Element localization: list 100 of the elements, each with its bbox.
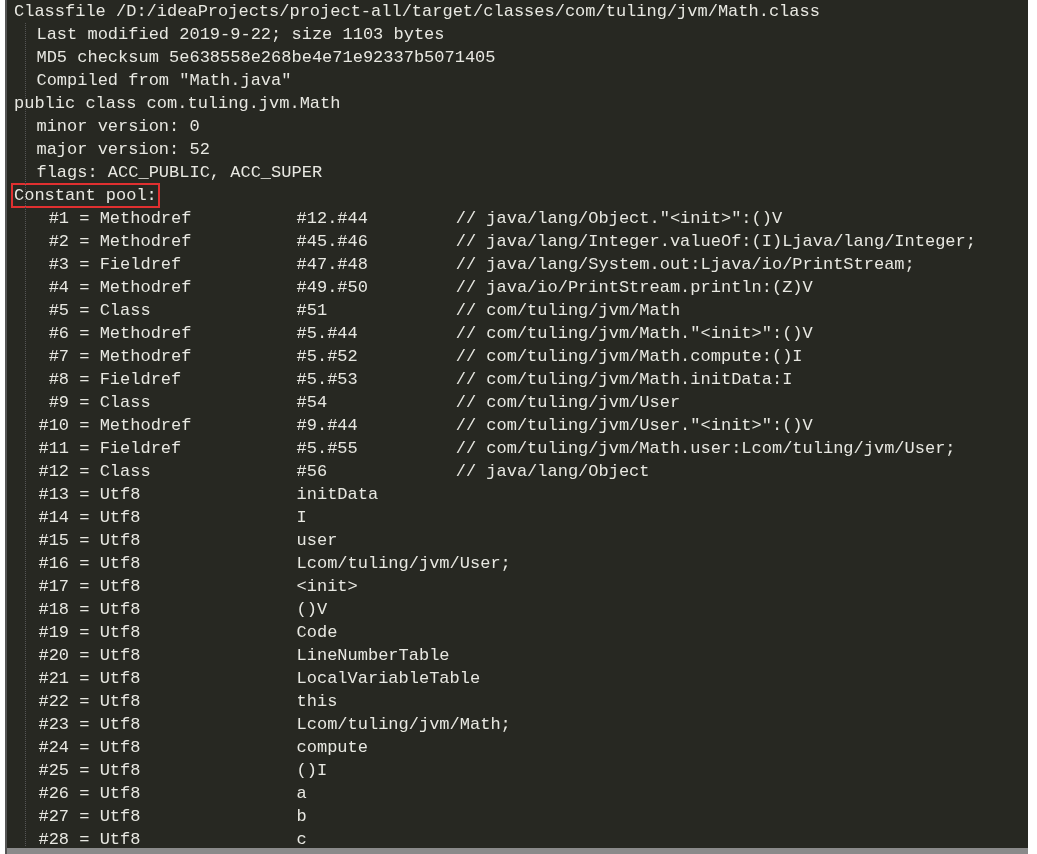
pool-index: #11 — [38, 439, 70, 458]
equals-sign: = — [79, 369, 90, 391]
equals-sign: = — [79, 507, 90, 529]
equals-sign: = — [79, 714, 90, 736]
pool-type: Utf8 — [99, 554, 141, 573]
pool-index: #5 — [48, 301, 70, 320]
pool-value: this — [296, 692, 338, 711]
pool-value: #51 — [296, 301, 328, 320]
pool-value: #5.#53 — [296, 370, 358, 389]
pool-index: #17 — [38, 577, 70, 596]
pool-type: Utf8 — [99, 738, 141, 757]
equals-sign: = — [79, 277, 90, 299]
pool-index: #16 — [38, 554, 70, 573]
pool-value: #12.#44 — [296, 209, 368, 228]
pool-index: #26 — [38, 784, 70, 803]
pool-index: #18 — [38, 600, 70, 619]
pool-type: Utf8 — [99, 600, 141, 619]
output-line: Last modified 2019-9-22; size 1103 bytes — [36, 24, 445, 46]
pool-type: Utf8 — [99, 623, 141, 642]
pool-type: Utf8 — [99, 531, 141, 550]
equals-sign: = — [79, 737, 90, 759]
pool-index: #15 — [38, 531, 70, 550]
equals-sign: = — [79, 783, 90, 805]
pool-value: ()V — [296, 600, 328, 619]
pool-value: LocalVariableTable — [296, 669, 481, 688]
pool-type: Methodref — [99, 278, 192, 297]
pool-value: #49.#50 — [296, 278, 368, 297]
equals-sign: = — [79, 231, 90, 253]
equals-sign: = — [79, 668, 90, 690]
equals-sign: = — [79, 254, 90, 276]
pool-index: #1 — [48, 209, 70, 228]
equals-sign: = — [79, 553, 90, 575]
pool-index: #12 — [38, 462, 70, 481]
pool-type: Fieldref — [99, 439, 182, 458]
equals-sign: = — [79, 484, 90, 506]
pool-type: Utf8 — [99, 784, 141, 803]
pool-index: #19 — [38, 623, 70, 642]
pool-index: #6 — [48, 324, 70, 343]
pool-value: #54 — [296, 393, 328, 412]
pool-value: user — [296, 531, 338, 550]
pool-index: #22 — [38, 692, 70, 711]
horizontal-scrollbar[interactable] — [7, 848, 1028, 854]
pool-index: #2 — [48, 232, 70, 251]
equals-sign: = — [79, 346, 90, 368]
pool-comment: // java/lang/Object."<init>":()V — [455, 208, 783, 230]
pool-type: Utf8 — [99, 761, 141, 780]
output-line: flags: ACC_PUBLIC, ACC_SUPER — [36, 162, 323, 184]
pool-index: #14 — [38, 508, 70, 527]
pool-index: #9 — [48, 393, 70, 412]
pool-type: Methodref — [99, 232, 192, 251]
pool-comment: // com/tuling/jvm/Math.initData:I — [455, 369, 793, 391]
pool-value: #56 — [296, 462, 328, 481]
pool-index: #25 — [38, 761, 70, 780]
output-line: Compiled from "Math.java" — [36, 70, 292, 92]
pool-index: #4 — [48, 278, 70, 297]
equals-sign: = — [79, 323, 90, 345]
pool-comment: // com/tuling/jvm/User — [455, 392, 681, 414]
pool-index: #8 — [48, 370, 70, 389]
pool-value: #5.#55 — [296, 439, 358, 458]
pool-comment: // java/lang/Object — [455, 461, 650, 483]
pool-value: #5.#52 — [296, 347, 358, 366]
pool-index: #3 — [48, 255, 70, 274]
pool-value: Lcom/tuling/jvm/User; — [296, 554, 511, 573]
pool-type: Utf8 — [99, 830, 141, 849]
equals-sign: = — [79, 461, 90, 483]
pool-type: Utf8 — [99, 485, 141, 504]
pool-value: a — [296, 784, 307, 803]
pool-type: Utf8 — [99, 692, 141, 711]
equals-sign: = — [79, 622, 90, 644]
pool-comment: // com/tuling/jvm/User."<init>":()V — [455, 415, 813, 437]
pool-index: #27 — [38, 807, 70, 826]
pool-type: Class — [99, 301, 151, 320]
pool-type: Class — [99, 462, 151, 481]
pool-type: Methodref — [99, 416, 192, 435]
pool-value: Code — [296, 623, 338, 642]
pool-type: Utf8 — [99, 577, 141, 596]
pool-value: initData — [296, 485, 379, 504]
equals-sign: = — [79, 392, 90, 414]
pool-value: ()I — [296, 761, 328, 780]
pool-comment: // java/lang/Integer.valueOf:(I)Ljava/lang/Integer; — [455, 231, 976, 253]
pool-type: Class — [99, 393, 151, 412]
equals-sign: = — [79, 208, 90, 230]
pool-comment: // com/tuling/jvm/Math.user:Lcom/tuling/jvm/User; — [455, 438, 956, 460]
pool-index: #24 — [38, 738, 70, 757]
equals-sign: = — [79, 599, 90, 621]
equals-sign: = — [79, 645, 90, 667]
pool-value: #9.#44 — [296, 416, 358, 435]
pool-type: Utf8 — [99, 669, 141, 688]
pool-value: I — [296, 508, 307, 527]
pool-comment: // com/tuling/jvm/Math.compute:()I — [455, 346, 803, 368]
pool-value: b — [296, 807, 307, 826]
output-line: MD5 checksum 5e638558e268be4e71e92337b5071405 — [36, 47, 496, 69]
pool-index: #13 — [38, 485, 70, 504]
pool-index: #10 — [38, 416, 70, 435]
pool-value: <init> — [296, 577, 358, 596]
pool-index: #28 — [38, 830, 70, 849]
pool-index: #21 — [38, 669, 70, 688]
equals-sign: = — [79, 530, 90, 552]
output-line: Constant pool: — [12, 184, 159, 207]
pool-comment: // java/lang/System.out:Ljava/io/PrintStream; — [455, 254, 915, 276]
